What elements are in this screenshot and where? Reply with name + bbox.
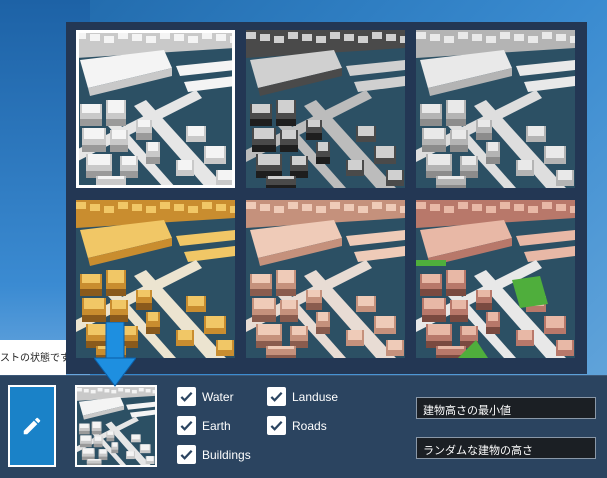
checkbox-label-water: Water xyxy=(202,389,234,404)
checkbox-roads[interactable]: Roads xyxy=(267,416,327,435)
arrow-down-icon xyxy=(94,322,136,387)
checkmark-icon xyxy=(177,387,196,406)
checkbox-label-buildings: Buildings xyxy=(202,447,251,462)
pencil-icon xyxy=(23,417,41,435)
checkbox-buildings[interactable]: Buildings xyxy=(177,445,251,464)
style-thumbnail-salmon[interactable] xyxy=(246,200,405,358)
random-building-height-field[interactable]: ランダムな建物の高さ xyxy=(416,437,596,459)
style-gallery-panel xyxy=(66,22,587,374)
checkbox-label-roads: Roads xyxy=(292,418,327,433)
checkmark-icon xyxy=(177,445,196,464)
min-building-height-field[interactable]: 建物高さの最小値 xyxy=(416,397,596,419)
checkbox-landuse[interactable]: Landuse xyxy=(267,387,338,406)
checkmark-icon xyxy=(267,416,286,435)
style-thumbnail-light-gray[interactable] xyxy=(416,30,575,188)
checkbox-water[interactable]: Water xyxy=(177,387,234,406)
checkmark-icon xyxy=(267,387,286,406)
style-thumbnail-gray-shadow[interactable] xyxy=(246,30,405,188)
checkbox-label-landuse: Landuse xyxy=(292,389,339,404)
style-thumbnail-colored[interactable] xyxy=(416,200,575,358)
checkbox-label-earth: Earth xyxy=(202,418,231,433)
edit-style-button[interactable] xyxy=(8,385,56,467)
checkmark-icon xyxy=(177,416,196,435)
current-style-preview[interactable] xyxy=(75,385,157,467)
style-thumbnail-white[interactable] xyxy=(76,30,235,188)
checkbox-earth[interactable]: Earth xyxy=(177,416,231,435)
